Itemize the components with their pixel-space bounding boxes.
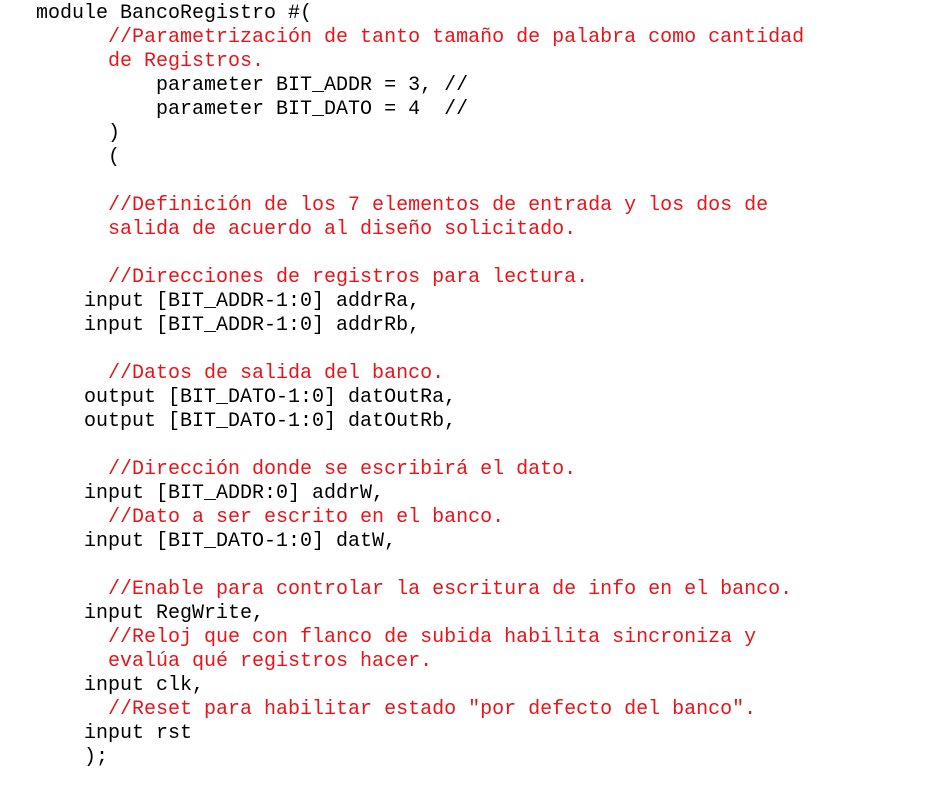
code-line: );: [0, 746, 109, 769]
comment-line: //Definición de los 7 elementos de entra…: [0, 194, 769, 217]
code-line: input rst: [0, 722, 193, 745]
code-line: input RegWrite,: [0, 602, 265, 625]
comment-line: //Datos de salida del banco.: [0, 362, 445, 385]
code-line: output [BIT_DATO-1:0] datOutRb,: [0, 410, 457, 433]
comment-line: //Reset para habilitar estado "por defec…: [0, 698, 757, 721]
code-line: input [BIT_DATO-1:0] datW,: [0, 530, 397, 553]
code-line: parameter BIT_DATO = 4 //: [0, 98, 469, 121]
comment-line: //Parametrización de tanto tamaño de pal…: [0, 26, 805, 49]
comment-line: //Dato a ser escrito en el banco.: [0, 506, 505, 529]
code-line: parameter BIT_ADDR = 3, //: [0, 74, 469, 97]
comment-line: //Enable para controlar la escritura de …: [0, 578, 793, 601]
comment-line: de Registros.: [0, 50, 265, 73]
code-line: module BancoRegistro #(: [0, 2, 313, 25]
code-listing: module BancoRegistro #( //Parametrizació…: [0, 2, 804, 770]
comment-line: //Dirección donde se escribirá el dato.: [0, 458, 577, 481]
code-line: output [BIT_DATO-1:0] datOutRa,: [0, 386, 457, 409]
comment-line: //Reloj que con flanco de subida habilit…: [0, 626, 757, 649]
comment-line: //Direcciones de registros para lectura.: [0, 266, 589, 289]
code-line: input [BIT_ADDR-1:0] addrRa,: [0, 290, 421, 313]
comment-line: salida de acuerdo al diseño solicitado.: [0, 218, 577, 241]
code-line: input [BIT_ADDR:0] addrW,: [0, 482, 385, 505]
code-line: ): [0, 122, 121, 145]
comment-line: evalúa qué registros hacer.: [0, 650, 433, 673]
code-line: input clk,: [0, 674, 205, 697]
code-line: (: [0, 146, 121, 169]
code-line: input [BIT_ADDR-1:0] addrRb,: [0, 314, 421, 337]
